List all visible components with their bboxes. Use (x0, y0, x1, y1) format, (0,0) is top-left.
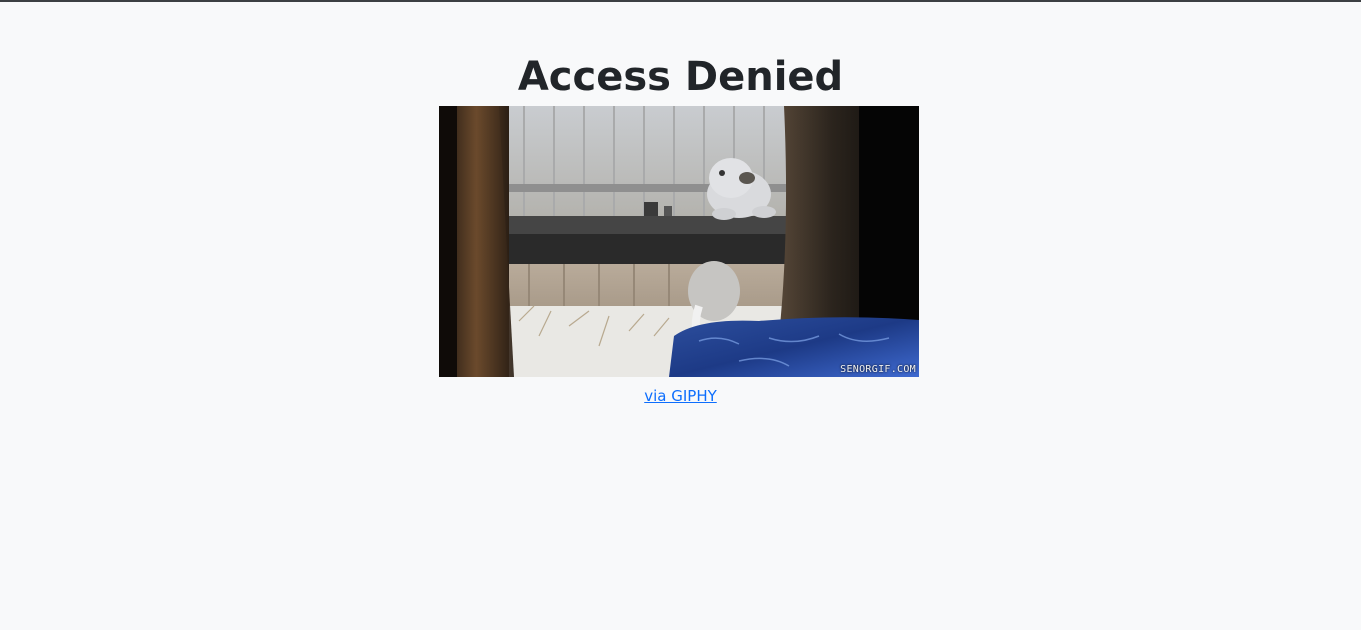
page-title: Access Denied (517, 54, 844, 100)
top-border (0, 0, 1361, 2)
dog-gif-image: SENORGIF.COM (439, 106, 919, 377)
via-giphy-link[interactable]: via GIPHY (644, 387, 717, 405)
giphy-link-container: via GIPHY (0, 386, 1361, 406)
gif-watermark: SENORGIF.COM (840, 364, 916, 375)
